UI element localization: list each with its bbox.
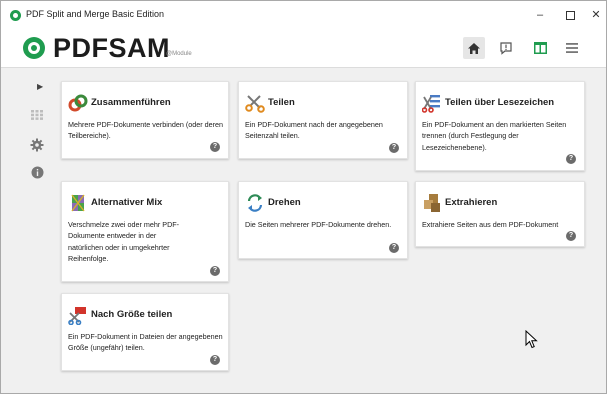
sidebar-item-modules[interactable] xyxy=(26,104,48,126)
app-window: PDF Split and Merge Basic Edition – ✕ PD… xyxy=(0,0,607,394)
help-icon[interactable]: ? xyxy=(210,355,220,365)
card-description: Verschmelze zwei oder mehr PDF-Dokumente… xyxy=(68,220,180,263)
title-bar: PDF Split and Merge Basic Edition – ✕ xyxy=(1,1,606,29)
help-icon[interactable]: ? xyxy=(566,154,576,164)
menu-button[interactable] xyxy=(561,37,583,59)
modules-icon xyxy=(31,110,43,120)
merge-icon xyxy=(68,94,88,112)
maximize-button[interactable] xyxy=(560,5,580,25)
info-icon xyxy=(31,166,43,178)
sidebar: ▶ xyxy=(14,74,54,384)
help-icon[interactable]: ? xyxy=(210,142,220,152)
card-description: Extrahiere Seiten aus dem PDF-Dokument xyxy=(422,220,559,229)
expand-sidebar-icon[interactable]: ▶ xyxy=(37,82,43,91)
help-icon[interactable]: ? xyxy=(389,243,399,253)
maximize-icon xyxy=(565,10,575,20)
split-bookmarks-icon xyxy=(422,95,440,113)
extract-icon xyxy=(424,194,440,212)
help-icon[interactable]: ? xyxy=(566,231,576,241)
home-icon xyxy=(468,42,480,54)
module-card-split-size[interactable]: Nach Größe teilen Ein PDF-Dokument in Da… xyxy=(61,293,229,371)
help-icon[interactable]: ? xyxy=(389,143,399,153)
card-title: Zusammenführen xyxy=(91,97,171,108)
pdfsam-logo-icon xyxy=(23,37,45,59)
settings-icon xyxy=(30,138,44,152)
card-description: Mehrere PDF-Dokumente verbinden (oder de… xyxy=(68,120,224,141)
app-icon xyxy=(10,10,21,21)
card-title: Alternativer Mix xyxy=(91,197,163,208)
window-title: PDF Split and Merge Basic Edition xyxy=(26,9,165,19)
card-title: Teilen xyxy=(268,97,295,108)
module-card-extract[interactable]: Extrahieren Extrahiere Seiten aus dem PD… xyxy=(415,181,585,247)
card-description: Die Seiten mehrerer PDF-Dokumente drehen… xyxy=(245,220,392,229)
news-icon xyxy=(500,42,512,55)
dashboard-button[interactable] xyxy=(529,37,551,59)
rotate-icon xyxy=(247,194,263,212)
card-description: Ein PDF-Dokument an den markierten Seite… xyxy=(422,120,567,152)
news-button[interactable] xyxy=(495,37,517,59)
card-title: Extrahieren xyxy=(445,197,498,208)
card-description: Ein PDF-Dokument nach der angegebenen Se… xyxy=(245,120,383,141)
help-icon[interactable]: ? xyxy=(210,266,220,276)
sidebar-item-info[interactable] xyxy=(26,161,48,183)
split-icon xyxy=(245,95,265,113)
card-title: Nach Größe teilen xyxy=(91,309,173,320)
module-card-rotate[interactable]: Drehen Die Seiten mehrerer PDF-Dokumente… xyxy=(238,181,408,259)
module-card-merge[interactable]: Zusammenführen Mehrere PDF-Dokumente ver… xyxy=(61,81,229,159)
home-button[interactable] xyxy=(463,37,485,59)
logo-subtitle: @Module xyxy=(166,51,192,57)
card-description: Ein PDF-Dokument in Dateien der angegebe… xyxy=(68,332,223,353)
minimize-button[interactable]: – xyxy=(530,5,550,25)
mouse-cursor-icon xyxy=(525,330,538,349)
split-size-icon xyxy=(68,307,86,325)
card-title: Teilen über Lesezeichen xyxy=(445,97,555,108)
logo-text: PDFSAM xyxy=(53,33,170,63)
module-card-alternate-mix[interactable]: Alternativer Mix Verschmelze zwei oder m… xyxy=(61,181,229,282)
dashboard-icon xyxy=(533,42,547,54)
card-title: Drehen xyxy=(268,197,301,208)
module-card-split[interactable]: Teilen Ein PDF-Dokument nach der angegeb… xyxy=(238,81,408,159)
menu-icon xyxy=(566,43,578,53)
sidebar-item-settings[interactable] xyxy=(26,134,48,156)
app-header: PDFSAM @Module xyxy=(1,29,606,68)
close-button[interactable]: ✕ xyxy=(586,5,606,25)
module-card-split-bookmarks[interactable]: Teilen über Lesezeichen Ein PDF-Dokument… xyxy=(415,81,585,171)
alternate-mix-icon xyxy=(71,194,85,212)
